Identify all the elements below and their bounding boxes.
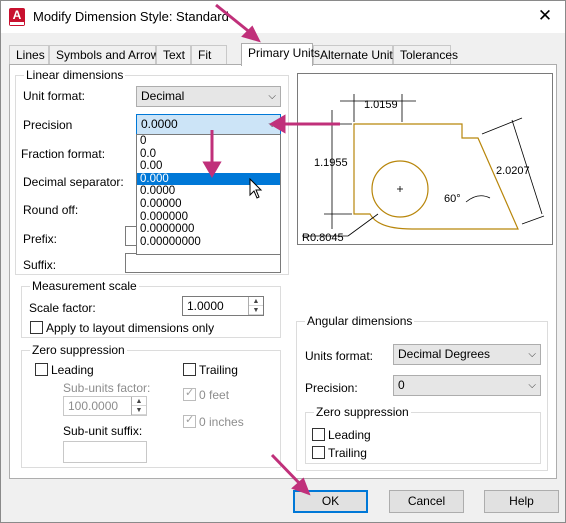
- window-title: Modify Dimension Style: Standard: [33, 9, 229, 24]
- scale-factor-input[interactable]: 1.0000 ▲ ▼: [182, 296, 264, 316]
- subunits-factor-spinner[interactable]: ▲ ▼: [131, 397, 146, 415]
- angular-leading-checkbox[interactable]: [312, 428, 325, 441]
- subunits-factor-input[interactable]: 100.0000 ▲ ▼: [63, 396, 147, 416]
- tab-fit[interactable]: Fit: [191, 45, 227, 65]
- precision-option[interactable]: 0.0: [137, 148, 280, 161]
- precision-option[interactable]: 0: [137, 135, 280, 148]
- subunits-factor-label: Sub-units factor:: [63, 381, 151, 395]
- dimension-preview: 1.0159 1.1955 2.0207 60° R0.8045: [297, 73, 553, 245]
- precision-value: 0.0000: [141, 117, 178, 131]
- unit-format-value: Decimal: [141, 89, 185, 103]
- angular-units-format-value: Decimal Degrees: [398, 347, 491, 361]
- preview-part-outline: [353, 123, 519, 230]
- precision-option[interactable]: 0.000000: [137, 211, 280, 224]
- trailing-label: Trailing: [199, 363, 238, 377]
- autocad-app-icon: A: [9, 8, 25, 26]
- zero-inches-label: 0 inches: [199, 415, 244, 429]
- preview-angle: 60°: [444, 193, 461, 205]
- subunit-suffix-label: Sub-unit suffix:: [63, 424, 143, 438]
- suffix-input[interactable]: [125, 253, 281, 273]
- title-bar: A Modify Dimension Style: Standard ✕: [1, 1, 565, 33]
- precision-select[interactable]: 0.0000 ⌵: [136, 114, 281, 135]
- dialog-window: A Modify Dimension Style: Standard ✕ Lin…: [0, 0, 566, 523]
- measurement-scale-label: Measurement scale: [30, 279, 139, 293]
- mouse-pointer-icon: [249, 178, 263, 199]
- subunit-suffix-input[interactable]: [63, 441, 147, 463]
- chevron-down-icon: ⌵: [268, 91, 276, 102]
- angular-units-format-select[interactable]: Decimal Degrees ⌵: [393, 344, 541, 365]
- leading-checkbox[interactable]: [35, 363, 48, 376]
- unit-format-select[interactable]: Decimal ⌵: [136, 86, 281, 107]
- angular-precision-select[interactable]: 0 ⌵: [393, 375, 541, 396]
- tab-alternate-units[interactable]: Alternate Units: [313, 45, 399, 65]
- angular-leading-label: Leading: [328, 428, 371, 442]
- zero-feet-checkbox[interactable]: [183, 386, 196, 401]
- ok-button[interactable]: OK: [293, 490, 368, 513]
- zero-suppression-label: Zero suppression: [30, 343, 127, 357]
- angular-dimensions-label: Angular dimensions: [305, 314, 415, 328]
- preview-radius: R0.8045: [302, 232, 344, 244]
- decimal-separator-label: Decimal separator:: [23, 175, 124, 189]
- help-button[interactable]: Help: [484, 490, 559, 513]
- linear-dimensions-label: Linear dimensions: [24, 68, 126, 82]
- angular-units-format-label: Units format:: [305, 349, 374, 363]
- zero-feet-label: 0 feet: [199, 388, 230, 402]
- zero-inches-checkbox[interactable]: [183, 413, 196, 428]
- fraction-format-label: Fraction format:: [21, 147, 106, 161]
- cancel-button[interactable]: Cancel: [389, 490, 464, 513]
- app-icon-letter: A: [12, 8, 22, 22]
- tab-primary-units[interactable]: Primary Units: [241, 43, 320, 66]
- scale-factor-spinner[interactable]: ▲ ▼: [248, 297, 263, 315]
- preview-drawing: 1.0159 1.1955 2.0207 60° R0.8045: [302, 94, 545, 244]
- unit-format-label: Unit format:: [23, 89, 86, 103]
- tab-tolerances[interactable]: Tolerances: [393, 45, 458, 65]
- leading-label: Leading: [51, 363, 94, 377]
- preview-dim-right: 2.0207: [496, 165, 530, 177]
- angular-precision-label: Precision:: [305, 381, 358, 395]
- precision-label: Precision: [23, 118, 73, 132]
- precision-option[interactable]: 0.00000000: [137, 236, 280, 249]
- apply-layout-label: Apply to layout dimensions only: [46, 321, 215, 335]
- close-icon[interactable]: ✕: [535, 6, 555, 26]
- chevron-down-icon: ⌵: [528, 380, 536, 391]
- subunits-factor-value: 100.0000: [68, 399, 119, 413]
- scale-factor-value: 1.0000: [187, 299, 224, 313]
- scale-factor-label: Scale factor:: [29, 301, 96, 315]
- tab-strip: Lines Symbols and Arrows Text Fit Primar…: [9, 43, 559, 66]
- angular-trailing-checkbox[interactable]: [312, 446, 325, 459]
- round-off-label: Round off:: [23, 203, 79, 217]
- precision-option[interactable]: 0.0000000: [137, 223, 280, 236]
- tab-symbols-and-arrows[interactable]: Symbols and Arrows: [49, 45, 165, 65]
- prefix-label: Prefix:: [23, 232, 58, 246]
- apply-layout-checkbox[interactable]: [30, 321, 43, 334]
- chevron-down-icon: ⌵: [268, 119, 276, 130]
- angular-trailing-label: Trailing: [328, 446, 367, 460]
- preview-dim-left: 1.1955: [314, 157, 348, 169]
- tab-lines[interactable]: Lines: [9, 45, 49, 65]
- chevron-down-icon: ⌵: [528, 349, 536, 360]
- angular-precision-value: 0: [398, 378, 405, 392]
- preview-dim-top: 1.0159: [364, 99, 398, 111]
- angular-zero-suppression-label: Zero suppression: [314, 405, 411, 419]
- suffix-label: Suffix:: [23, 258, 57, 272]
- trailing-checkbox[interactable]: [183, 363, 196, 376]
- precision-option[interactable]: 0.00: [137, 160, 280, 173]
- tab-text[interactable]: Text: [156, 45, 191, 65]
